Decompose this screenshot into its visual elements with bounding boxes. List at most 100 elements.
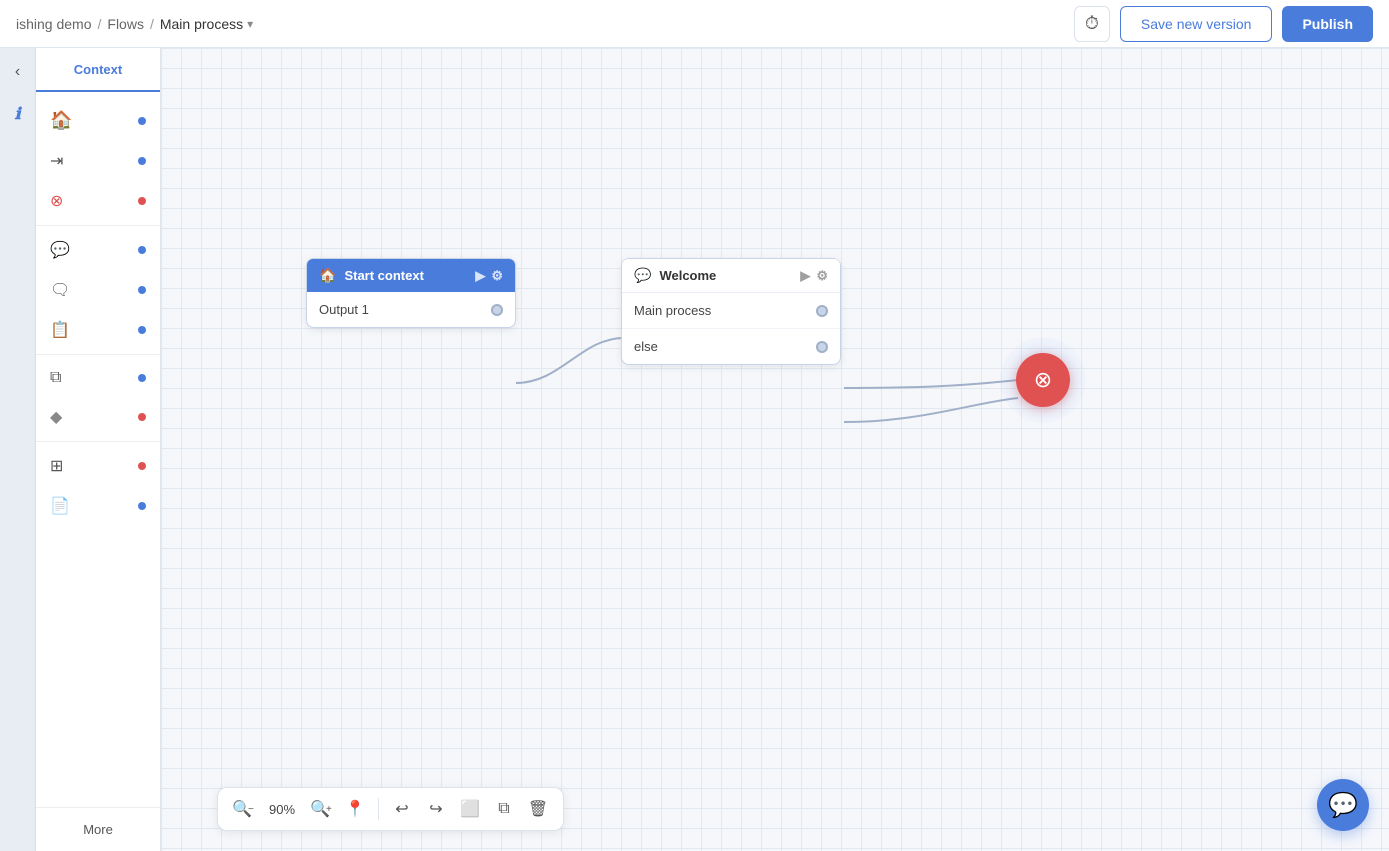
header: ishing demo / Flows / Main process ▾ ⏱ S… <box>0 0 1389 48</box>
redo-button[interactable]: ↪ <box>421 794 451 824</box>
chat-dot <box>138 286 146 294</box>
condition-dot <box>138 413 146 421</box>
breadcrumb-flows[interactable]: Flows <box>107 16 144 32</box>
cancel-node[interactable]: ⊗ <box>1016 353 1070 407</box>
chevron-down-icon: ▾ <box>247 17 253 31</box>
history-button[interactable]: ⏱ <box>1074 6 1110 42</box>
locate-icon: 📍 <box>345 799 365 819</box>
breadcrumb: ishing demo / Flows / Main process ▾ <box>16 16 253 32</box>
undo-button[interactable]: ↩ <box>387 794 417 824</box>
cancel-icon: ⊗ <box>50 191 63 211</box>
welcome-node[interactable]: 💬 Welcome ▶ ⚙ Main process else <box>621 258 841 365</box>
welcome-icon: 💬 <box>634 267 651 284</box>
header-actions: ⏱ Save new version Publish <box>1074 6 1373 42</box>
sidebar-divider-1 <box>36 225 160 226</box>
apps-dot <box>138 462 146 470</box>
welcome-settings-icon[interactable]: ⚙ <box>816 268 828 284</box>
breadcrumb-current: Main process ▾ <box>160 16 253 32</box>
welcome-output-main: Main process <box>622 293 840 329</box>
condition-icon: ◆ <box>50 407 62 427</box>
sidebar-item-message[interactable]: 💬 <box>36 230 160 270</box>
input-icon: ⇥ <box>50 151 63 171</box>
sidebar-item-cancel[interactable]: ⊗ <box>36 181 160 221</box>
cancel-circle: ⊗ <box>1016 353 1070 407</box>
start-context-header: 🏠 Start context ▶ ⚙ <box>307 259 515 292</box>
start-output-row: Output 1 <box>307 292 515 327</box>
document-dot <box>138 502 146 510</box>
document-icon: 📄 <box>50 496 70 516</box>
message-icon: 💬 <box>50 240 70 260</box>
zoom-out-minus: − <box>248 804 254 815</box>
welcome-title: Welcome <box>659 268 716 283</box>
input-dot <box>138 157 146 165</box>
welcome-output-else: else <box>622 329 840 364</box>
publish-button[interactable]: Publish <box>1282 6 1373 42</box>
zoom-out-button[interactable]: 🔍− <box>228 794 258 824</box>
apps-icon: ⊞ <box>50 456 63 476</box>
zoom-value: 90% <box>262 802 302 817</box>
sidebar: Context 🏠 ⇥ ⊗ 💬 <box>36 48 161 851</box>
copy-dot <box>138 374 146 382</box>
collapse-icon: ‹ <box>15 63 20 81</box>
main-layout: ‹ ℹ Context 🏠 ⇥ ⊗ <box>0 48 1389 851</box>
zoom-in-button[interactable]: 🔍+ <box>306 794 336 824</box>
sidebar-item-chat[interactable]: 🗨 <box>36 270 160 310</box>
sidebar-item-document[interactable]: 📄 <box>36 486 160 526</box>
delete-button[interactable]: 🗑 <box>523 794 553 824</box>
copy-frames-button[interactable]: ⧉ <box>489 794 519 824</box>
start-settings-icon[interactable]: ⚙ <box>491 268 503 284</box>
save-new-version-button[interactable]: Save new version <box>1120 6 1273 42</box>
output-dot-1 <box>491 304 503 316</box>
sidebar-item-home[interactable]: 🏠 <box>36 100 160 141</box>
frame-icon: ⬜ <box>460 799 480 819</box>
chat-icon: 🗨 <box>50 280 70 300</box>
cancel-x-icon: ⊗ <box>1034 367 1052 393</box>
copy-frames-icon: ⧉ <box>498 800 509 818</box>
else-label: else <box>634 339 658 354</box>
undo-icon: ↩ <box>395 799 408 819</box>
chat-support-icon: 💬 <box>1328 791 1358 820</box>
message-dot <box>138 246 146 254</box>
welcome-header: 💬 Welcome ▶ ⚙ <box>622 259 840 293</box>
info-button[interactable]: ℹ <box>4 100 32 128</box>
home-icon: 🏠 <box>50 110 72 131</box>
sidebar-item-form[interactable]: 📋 <box>36 310 160 350</box>
frame-button[interactable]: ⬜ <box>455 794 485 824</box>
breadcrumb-sep1: / <box>98 16 102 32</box>
chat-support-button[interactable]: 💬 <box>1317 779 1369 831</box>
sidebar-item-input[interactable]: ⇥ <box>36 141 160 181</box>
copy-icon: ⧉ <box>50 369 61 387</box>
home-dot <box>138 117 146 125</box>
info-icon: ℹ <box>14 104 20 124</box>
history-icon: ⏱ <box>1085 13 1099 34</box>
sidebar-item-copy[interactable]: ⧉ <box>36 359 160 397</box>
welcome-play-icon[interactable]: ▶ <box>800 268 810 284</box>
cancel-dot <box>138 197 146 205</box>
far-left-panel: ‹ ℹ <box>0 48 36 851</box>
start-play-icon[interactable]: ▶ <box>475 268 485 284</box>
breadcrumb-app[interactable]: ishing demo <box>16 16 92 32</box>
bottom-toolbar: 🔍− 90% 🔍+ 📍 ↩ ↪ ⬜ ⧉ 🗑 <box>217 787 564 831</box>
sidebar-divider-3 <box>36 441 160 442</box>
start-icon: 🏠 <box>319 267 336 284</box>
canvas[interactable]: 🏠 Start context ▶ ⚙ Output 1 💬 <box>161 48 1389 851</box>
sidebar-divider-2 <box>36 354 160 355</box>
redo-icon: ↪ <box>429 799 442 819</box>
start-context-node[interactable]: 🏠 Start context ▶ ⚙ Output 1 <box>306 258 516 328</box>
output-dot-else <box>816 341 828 353</box>
connections-svg <box>161 48 1389 851</box>
delete-icon: 🗑 <box>528 799 548 819</box>
sidebar-item-apps[interactable]: ⊞ <box>36 446 160 486</box>
sidebar-items: 🏠 ⇥ ⊗ 💬 🗨 <box>36 92 160 807</box>
main-process-label: Main process <box>634 303 711 318</box>
sidebar-item-condition[interactable]: ◆ <box>36 397 160 437</box>
breadcrumb-sep2: / <box>150 16 154 32</box>
locate-button[interactable]: 📍 <box>340 794 370 824</box>
start-context-body: Output 1 <box>307 292 515 327</box>
collapse-button[interactable]: ‹ <box>4 58 32 86</box>
sidebar-more-button[interactable]: More <box>36 807 160 851</box>
output-dot-main <box>816 305 828 317</box>
sidebar-tab-context[interactable]: Context <box>36 48 160 92</box>
form-dot <box>138 326 146 334</box>
form-icon: 📋 <box>50 320 70 340</box>
